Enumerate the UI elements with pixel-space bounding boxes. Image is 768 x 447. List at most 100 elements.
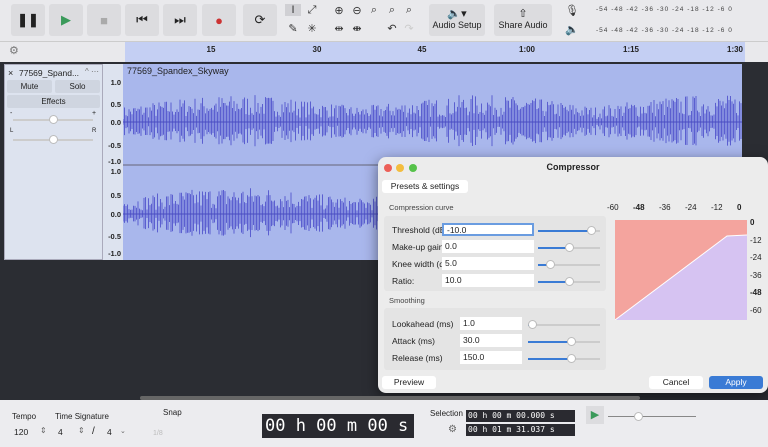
- close-track-icon[interactable]: ×: [8, 68, 13, 78]
- param-slider[interactable]: [538, 260, 600, 269]
- bottom-toolbar: Tempo 120 ⇕ Time Signature 4 ⇕ / 4 ⌄ Sna…: [0, 400, 768, 447]
- draw-tool-icon[interactable]: ✎: [285, 22, 301, 35]
- zoom-out-icon[interactable]: ⊖: [349, 4, 365, 17]
- smoothing-slider[interactable]: [528, 354, 600, 363]
- cancel-button[interactable]: Cancel: [649, 376, 703, 389]
- fit-selection-icon[interactable]: ⌕: [366, 4, 382, 17]
- scale-label: -1.0: [108, 157, 121, 166]
- selection-end[interactable]: 00 h 01 m 31.037 s: [466, 424, 575, 436]
- speaker-icon: 🔈▾: [447, 8, 467, 20]
- param-label: Ratio:: [392, 276, 415, 286]
- time-sig-denominator[interactable]: 4: [107, 427, 112, 437]
- x-axis-label: -60: [607, 203, 619, 212]
- playback-meter[interactable]: -54 -48 -42 -36 -30 -24 -18 -12 -6 0: [596, 27, 733, 34]
- param-slider[interactable]: [538, 243, 600, 252]
- microphone-icon: 🎙: [565, 5, 579, 17]
- tempo-label: Tempo: [12, 412, 37, 421]
- scale-label: 0.5: [110, 100, 121, 109]
- compression-curve-heading: Compression curve: [389, 203, 454, 212]
- curve-svg: [614, 220, 748, 321]
- play-icon: ▶: [61, 12, 71, 27]
- loop-button[interactable]: ⟳: [243, 4, 277, 36]
- compression-curve-graph: [614, 220, 748, 321]
- zoom-in-icon[interactable]: ⊕: [331, 4, 347, 17]
- time-sig-numerator[interactable]: 4: [58, 427, 63, 437]
- playback-speed-slider[interactable]: [608, 412, 696, 421]
- track-header[interactable]: × 77569_Spand... ^ ⋯ Mute Solo Effects -…: [4, 64, 103, 260]
- smoothing-label: Release (ms): [392, 353, 443, 363]
- fit-project-icon[interactable]: ⌕: [384, 4, 400, 17]
- param-slider[interactable]: [538, 277, 600, 286]
- param-input[interactable]: 5.0: [442, 257, 534, 270]
- ruler-tick: 45: [417, 45, 427, 54]
- zoom-toggle-icon[interactable]: ⌕: [401, 4, 417, 17]
- chevron-down-icon[interactable]: ⌄: [120, 427, 126, 435]
- param-input[interactable]: -10.0: [442, 223, 534, 236]
- amplitude-ruler: 1.0 0.5 0.0 -0.5 -1.0 1.0 0.5 0.0 -0.5 -…: [103, 64, 123, 260]
- smoothing-slider[interactable]: [527, 320, 600, 329]
- smoothing-heading: Smoothing: [389, 296, 425, 305]
- apply-button[interactable]: Apply: [709, 376, 763, 389]
- y-axis-label: 0: [750, 218, 755, 227]
- stop-button[interactable]: ■: [87, 4, 121, 36]
- preview-button[interactable]: Preview: [382, 376, 436, 389]
- param-input[interactable]: 10.0: [442, 274, 534, 287]
- pan-slider[interactable]: [13, 135, 93, 144]
- param-slider[interactable]: [538, 226, 600, 235]
- y-axis-label: -12: [750, 235, 762, 245]
- audio-setup-button[interactable]: 🔈▾ Audio Setup: [429, 4, 485, 36]
- time-display[interactable]: 00 h 00 m 00 s: [262, 414, 414, 438]
- param-label: Threshold (dB): [392, 225, 449, 235]
- share-audio-button[interactable]: ⇧ Share Audio: [494, 4, 552, 36]
- share-icon: ⇧: [518, 8, 528, 20]
- presets-settings-button[interactable]: Presets & settings: [382, 180, 468, 193]
- effects-button[interactable]: Effects: [7, 95, 100, 108]
- timeline-band[interactable]: [125, 42, 745, 62]
- pan-left-label: L: [10, 128, 14, 134]
- toolbar: ❚❚ ▶ ■ ⏮ ⏭ ● ⟳ I ⤢ ✎ ✳ ⊕ ⊖ ⌕ ⌕ ⌕ ⇹ ⇼ ↶ ↷…: [0, 0, 768, 42]
- track-name[interactable]: 77569_Spand...: [19, 68, 79, 78]
- ruler-tick: 15: [206, 45, 216, 54]
- y-axis-label: -24: [750, 253, 762, 262]
- play-at-speed-button[interactable]: ▶: [586, 406, 604, 424]
- undo-icon[interactable]: ↶: [384, 22, 400, 35]
- selection-tool-icon[interactable]: I: [285, 4, 301, 16]
- record-button[interactable]: ●: [202, 4, 236, 36]
- envelope-tool-icon[interactable]: ⤢: [304, 4, 320, 17]
- y-axis-label: -60: [750, 305, 762, 315]
- redo-icon[interactable]: ↷: [401, 22, 417, 35]
- y-axis-label: -48: [750, 288, 762, 297]
- selection-start[interactable]: 00 h 00 m 00.000 s: [466, 410, 575, 422]
- smoothing-input[interactable]: 30.0: [460, 334, 522, 347]
- gain-slider[interactable]: [13, 115, 93, 124]
- snap-dropdown[interactable]: 1/8: [153, 430, 163, 437]
- solo-button[interactable]: Solo: [55, 80, 100, 93]
- trim-icon[interactable]: ⇹: [331, 22, 347, 35]
- pause-icon: ❚❚: [17, 12, 39, 27]
- skip-end-button[interactable]: ⏭: [163, 4, 197, 36]
- tempo-stepper-icon[interactable]: ⇕: [40, 426, 47, 435]
- track-menu-icon[interactable]: ^ ⋯: [85, 67, 99, 76]
- scale-label: 1.0: [110, 167, 121, 176]
- gain-minus-label: -: [10, 110, 13, 117]
- mute-button[interactable]: Mute: [7, 80, 52, 93]
- pause-button[interactable]: ❚❚: [11, 4, 45, 36]
- param-input[interactable]: 0.0: [442, 240, 534, 253]
- ruler-tick: 30: [312, 45, 322, 54]
- silence-icon[interactable]: ⇼: [349, 22, 365, 35]
- timeline-settings-icon[interactable]: ⚙: [9, 44, 19, 57]
- record-meter[interactable]: -54 -48 -42 -36 -30 -24 -18 -12 -6 0: [596, 6, 733, 13]
- scale-label: -0.5: [108, 141, 121, 150]
- x-axis-label: 0: [737, 203, 742, 212]
- selection-settings-icon[interactable]: ⚙: [448, 424, 457, 435]
- numerator-stepper-icon[interactable]: ⇕: [78, 426, 85, 435]
- smoothing-input[interactable]: 1.0: [460, 317, 522, 330]
- multi-tool-icon[interactable]: ✳: [304, 22, 320, 35]
- smoothing-slider[interactable]: [528, 337, 600, 346]
- skip-start-button[interactable]: ⏮: [125, 4, 159, 36]
- smoothing-input[interactable]: 150.0: [460, 351, 522, 364]
- pan-right-label: R: [92, 128, 97, 134]
- play-button[interactable]: ▶: [49, 4, 83, 36]
- gain-plus-label: +: [92, 110, 97, 117]
- tempo-field[interactable]: 120: [14, 427, 28, 437]
